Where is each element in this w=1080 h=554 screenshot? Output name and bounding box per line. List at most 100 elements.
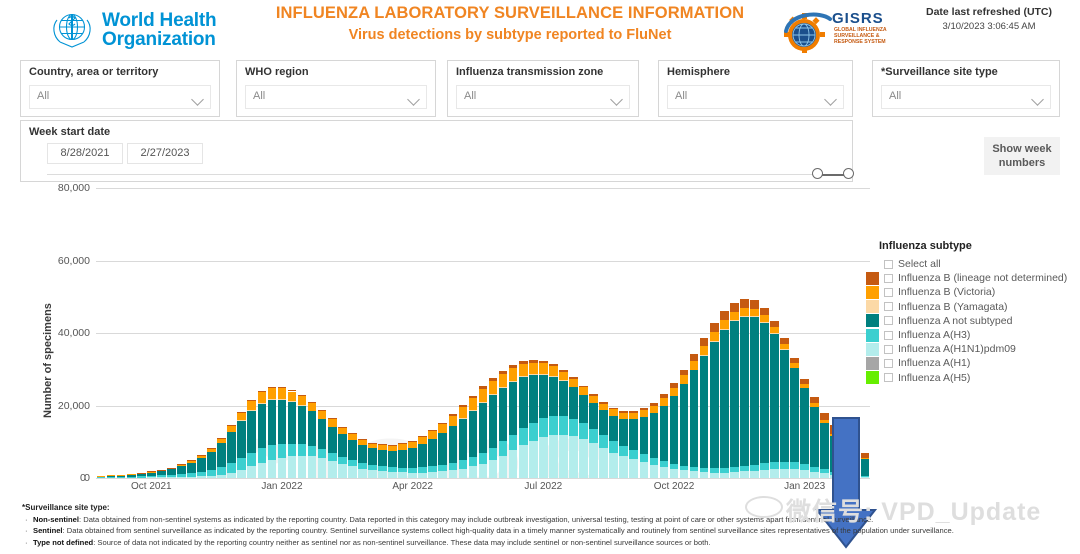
- slicer-country-dropdown[interactable]: All: [29, 85, 211, 109]
- date-slider-handle-end[interactable]: [843, 168, 854, 179]
- bar-column[interactable]: [478, 386, 488, 478]
- legend-item[interactable]: Influenza A(H5): [866, 371, 1080, 385]
- bar-column[interactable]: [348, 433, 357, 478]
- bar-column[interactable]: [579, 385, 588, 478]
- bar-column[interactable]: [368, 442, 377, 478]
- bar-column[interactable]: [719, 311, 729, 478]
- bar-column[interactable]: [378, 444, 387, 478]
- bar-column[interactable]: [177, 464, 186, 478]
- legend-item[interactable]: Influenza B (lineage not determined): [866, 271, 1080, 285]
- bar-column[interactable]: [699, 338, 709, 478]
- bar-column[interactable]: [257, 391, 267, 478]
- select-all-checkbox[interactable]: [884, 259, 893, 269]
- bar-column[interactable]: [217, 437, 226, 478]
- bar-column[interactable]: [448, 414, 458, 478]
- legend-checkbox[interactable]: [884, 344, 893, 354]
- bar-column[interactable]: [669, 383, 679, 478]
- bar-column[interactable]: [237, 411, 247, 478]
- slicer-week-start-date[interactable]: Week start date 8/28/2021 2/27/2023: [20, 120, 854, 182]
- bar-column[interactable]: [116, 474, 126, 478]
- bar-column[interactable]: [538, 360, 548, 478]
- date-slider-track[interactable]: [47, 174, 842, 175]
- slicer-hemisphere-dropdown[interactable]: All: [667, 85, 844, 109]
- bar-column[interactable]: [428, 430, 438, 478]
- bar-column[interactable]: [96, 475, 106, 478]
- bar-column[interactable]: [518, 361, 528, 478]
- bar-column[interactable]: [498, 370, 508, 478]
- bar-column[interactable]: [327, 418, 337, 478]
- bar-column[interactable]: [800, 378, 809, 478]
- bar-column[interactable]: [589, 394, 598, 478]
- bar-column[interactable]: [709, 323, 719, 478]
- bar-column[interactable]: [679, 369, 689, 478]
- legend-checkbox[interactable]: [884, 373, 893, 383]
- bar-column[interactable]: [790, 357, 799, 478]
- bar-column[interactable]: [729, 302, 739, 478]
- bar-column[interactable]: [659, 394, 669, 478]
- bar-column[interactable]: [569, 377, 578, 478]
- bar-column[interactable]: [458, 405, 468, 478]
- bar-column[interactable]: [599, 402, 608, 478]
- date-to-input[interactable]: 2/27/2023: [127, 143, 203, 164]
- bar-column[interactable]: [508, 365, 518, 478]
- bar-column[interactable]: [126, 473, 136, 478]
- bar-column[interactable]: [609, 407, 618, 478]
- legend-select-all[interactable]: Select all: [866, 257, 1080, 271]
- bar-column[interactable]: [649, 403, 659, 478]
- bar-column[interactable]: [780, 337, 789, 478]
- legend-checkbox[interactable]: [884, 316, 893, 326]
- bar-column[interactable]: [207, 447, 216, 478]
- slicer-who-region[interactable]: WHO region All: [236, 60, 436, 117]
- slicer-transmission-zone[interactable]: Influenza transmission zone All: [447, 60, 639, 117]
- bar-column[interactable]: [639, 408, 649, 478]
- legend-item[interactable]: Influenza B (Victoria): [866, 285, 1080, 299]
- bar-column[interactable]: [438, 422, 448, 478]
- bar-column[interactable]: [227, 425, 237, 478]
- bar-column[interactable]: [106, 475, 116, 478]
- bar-column[interactable]: [277, 387, 287, 478]
- bar-column[interactable]: [408, 440, 417, 478]
- slicer-country[interactable]: Country, area or territory All: [20, 60, 220, 117]
- legend-item[interactable]: Influenza A not subtyped: [866, 314, 1080, 328]
- bar-column[interactable]: [358, 438, 367, 478]
- bar-column[interactable]: [297, 394, 307, 478]
- bar-column[interactable]: [388, 444, 397, 478]
- bar-column[interactable]: [146, 471, 156, 478]
- legend-checkbox[interactable]: [884, 302, 893, 312]
- legend-item[interactable]: Influenza B (Yamagata): [866, 300, 1080, 314]
- bar-column[interactable]: [167, 467, 176, 478]
- bar-column[interactable]: [398, 443, 407, 478]
- bar-column[interactable]: [157, 469, 166, 478]
- bar-column[interactable]: [488, 378, 498, 478]
- bar-column[interactable]: [418, 435, 427, 478]
- legend-item[interactable]: Influenza A(H1): [866, 356, 1080, 370]
- bar-column[interactable]: [528, 360, 538, 478]
- date-slider-handle-start[interactable]: [812, 168, 823, 179]
- bar-column[interactable]: [307, 401, 317, 478]
- bar-column[interactable]: [770, 320, 779, 478]
- slicer-surveillance-site-type[interactable]: *Surveillance site type All: [872, 60, 1060, 117]
- show-week-numbers-button[interactable]: Show week numbers: [984, 137, 1060, 175]
- bar-column[interactable]: [136, 472, 146, 478]
- bar-column[interactable]: [760, 307, 769, 478]
- bar-column[interactable]: [559, 369, 568, 478]
- bar-column[interactable]: [317, 409, 327, 478]
- bar-column[interactable]: [689, 354, 699, 478]
- bar-column[interactable]: [468, 395, 478, 478]
- bar-column[interactable]: [337, 426, 347, 478]
- bar-column[interactable]: [267, 386, 277, 478]
- slicer-who-region-dropdown[interactable]: All: [245, 85, 427, 109]
- slicer-transmission-zone-dropdown[interactable]: All: [456, 85, 630, 109]
- legend-checkbox[interactable]: [884, 358, 893, 368]
- bar-column[interactable]: [187, 460, 196, 478]
- bar-column[interactable]: [549, 364, 558, 478]
- bar-column[interactable]: [197, 454, 206, 478]
- slicer-hemisphere[interactable]: Hemisphere All: [658, 60, 853, 117]
- slicer-surveillance-site-type-dropdown[interactable]: All: [881, 85, 1051, 109]
- legend-checkbox[interactable]: [884, 273, 893, 283]
- legend-item[interactable]: Influenza A(H1N1)pdm09: [866, 342, 1080, 356]
- date-from-input[interactable]: 8/28/2021: [47, 143, 123, 164]
- bar-column[interactable]: [629, 410, 639, 478]
- legend-checkbox[interactable]: [884, 330, 893, 340]
- legend-checkbox[interactable]: [884, 287, 893, 297]
